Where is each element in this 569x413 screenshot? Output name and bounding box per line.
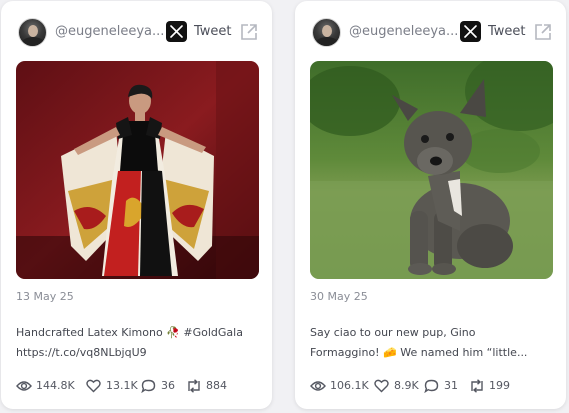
post-text-line: Say ciao to our new pup, Gino	[310, 326, 476, 339]
views-count: 144.8K	[36, 379, 75, 392]
eye-icon	[310, 381, 326, 391]
author-handle[interactable]: @eugeneleeya...	[349, 24, 458, 39]
reposts-count: 199	[489, 379, 510, 392]
post-image[interactable]	[16, 61, 259, 279]
repost-icon	[188, 379, 200, 393]
avatar[interactable]	[312, 18, 341, 47]
post-image[interactable]	[310, 61, 553, 279]
post-text-line: Handcrafted Latex Kimono 🥀 #GoldGala	[16, 326, 243, 339]
post-text-line: https://t.co/vq8NLbjqU9	[16, 346, 147, 359]
tweet-card[interactable]: @eugeneleeya... Tweet	[1, 1, 272, 409]
avatar[interactable]	[18, 18, 47, 47]
replies-count: 36	[161, 379, 175, 392]
post-text[interactable]: Handcrafted Latex Kimono 🥀 #GoldGala htt…	[16, 323, 259, 363]
post-text[interactable]: Say ciao to our new pup, Gino Formaggino…	[310, 323, 553, 363]
views-count: 106.1K	[330, 379, 369, 392]
likes-count: 8.9K	[394, 379, 419, 392]
heart-icon	[86, 379, 101, 393]
post-text-line: Formaggino! 🧀 We named him “little...	[310, 346, 528, 359]
comment-icon	[141, 379, 156, 393]
likes-count: 13.1K	[106, 379, 138, 392]
platform-label: Tweet	[488, 24, 526, 39]
card-header: @eugeneleeya... Tweet	[310, 15, 551, 49]
author-handle[interactable]: @eugeneleeya...	[55, 24, 164, 39]
heart-icon	[374, 379, 389, 393]
post-date: 30 May 25	[310, 290, 368, 303]
external-link-icon[interactable]	[534, 23, 552, 41]
external-link-icon[interactable]	[240, 23, 258, 41]
repost-icon	[471, 379, 483, 393]
reposts-count: 884	[206, 379, 227, 392]
eye-icon	[16, 381, 32, 391]
x-logo-icon	[460, 21, 481, 42]
x-logo-icon	[166, 21, 187, 42]
replies-count: 31	[444, 379, 458, 392]
tweet-card[interactable]: @eugeneleeya... Tweet	[295, 1, 566, 409]
card-header: @eugeneleeya... Tweet	[16, 15, 257, 49]
post-date: 13 May 25	[16, 290, 74, 303]
comment-icon	[424, 379, 439, 393]
platform-label: Tweet	[194, 24, 232, 39]
